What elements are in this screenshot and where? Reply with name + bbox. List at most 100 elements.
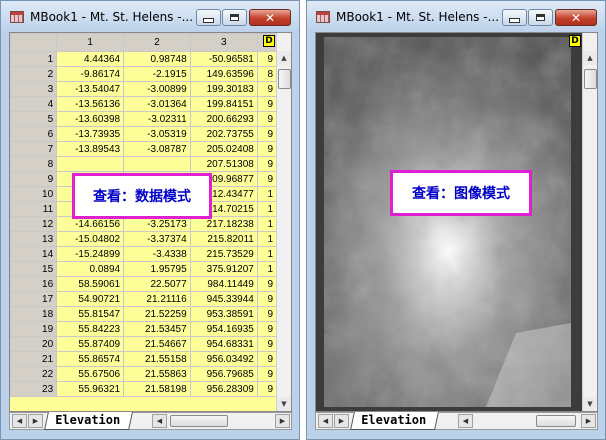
table-row[interactable]: 5 -13.60398 -3.02311 200.66293 9 <box>10 111 277 127</box>
scroll-thumb[interactable] <box>584 69 597 89</box>
cell-col2[interactable]: 0.98748 <box>123 51 191 67</box>
cell-col1[interactable]: 55.87409 <box>56 336 125 352</box>
cell-col3[interactable]: 149.63596 <box>189 66 258 82</box>
scroll-up-icon[interactable]: ▲ <box>277 51 291 65</box>
next-sheet-icon[interactable]: ▶ <box>334 414 349 428</box>
scroll-left-icon[interactable]: ◀ <box>152 414 167 428</box>
row-number[interactable]: 11 <box>10 201 58 217</box>
cell-col2[interactable] <box>123 156 191 172</box>
prev-sheet-icon[interactable]: ◀ <box>318 414 333 428</box>
cell-col3[interactable]: 956.03492 <box>189 351 258 367</box>
row-number[interactable]: 4 <box>10 96 58 112</box>
cell-col1[interactable] <box>56 156 125 172</box>
cell-col4[interactable]: 1 <box>256 246 277 262</box>
row-number[interactable]: 19 <box>10 321 58 337</box>
maximize-button[interactable] <box>222 9 247 26</box>
cell-col4[interactable]: 9 <box>256 51 277 67</box>
cell-col4[interactable]: 1 <box>256 216 277 232</box>
scroll-thumb[interactable] <box>278 69 291 89</box>
minimize-button[interactable] <box>502 9 527 26</box>
cell-col3[interactable]: 954.68331 <box>189 336 258 352</box>
cell-col1[interactable]: 4.44364 <box>56 51 125 67</box>
row-number[interactable]: 16 <box>10 276 58 292</box>
elevation-image[interactable]: D <box>316 33 583 411</box>
workbook-window-data-mode[interactable]: MBook1 - Mt. St. Helens -... ✕ 1 2 3 1 4… <box>0 0 300 440</box>
row-number[interactable]: 14 <box>10 246 58 262</box>
cell-col3[interactable]: 199.84151 <box>189 96 258 112</box>
sheet-tab-bar[interactable]: ◀ ▶ Elevation ◀ ▶ <box>9 412 292 430</box>
cell-col1[interactable]: -13.89543 <box>56 141 125 157</box>
cell-col4[interactable]: 9 <box>256 171 277 187</box>
row-number[interactable]: 21 <box>10 351 58 367</box>
table-row[interactable]: 3 -13.54047 -3.00899 199.30183 9 <box>10 81 277 97</box>
cell-col4[interactable]: 9 <box>256 276 277 292</box>
table-row[interactable]: 22 55.67506 21.55863 956.79685 9 <box>10 366 277 382</box>
close-button[interactable]: ✕ <box>249 9 291 26</box>
cell-col4[interactable]: 9 <box>256 126 277 142</box>
cell-col4[interactable]: 9 <box>256 321 277 337</box>
cell-col1[interactable]: -15.24899 <box>56 246 125 262</box>
cell-col4[interactable]: 8 <box>256 66 277 82</box>
cell-col2[interactable]: -3.08787 <box>123 141 191 157</box>
minimize-button[interactable] <box>196 9 221 26</box>
table-row[interactable]: 20 55.87409 21.54667 954.68331 9 <box>10 336 277 352</box>
cell-col4[interactable]: 9 <box>256 81 277 97</box>
title-bar[interactable]: MBook1 - Mt. St. Helens -... ✕ <box>1 1 299 32</box>
row-number[interactable]: 7 <box>10 141 58 157</box>
cell-col4[interactable]: 9 <box>256 306 277 322</box>
row-number[interactable]: 18 <box>10 306 58 322</box>
cell-col2[interactable]: -3.4338 <box>123 246 191 262</box>
cell-col3[interactable]: 202.73755 <box>189 126 258 142</box>
row-number[interactable]: 10 <box>10 186 58 202</box>
cell-col4[interactable]: 9 <box>256 291 277 307</box>
cell-col2[interactable]: -3.00899 <box>123 81 191 97</box>
table-row[interactable]: 16 58.59061 22.5077 984.11449 9 <box>10 276 277 292</box>
data-badge-icon[interactable]: D <box>263 35 275 47</box>
title-bar[interactable]: MBook1 - Mt. St. Helens -... ✕ <box>307 1 605 32</box>
cell-col3[interactable]: 207.51308 <box>189 156 258 172</box>
cell-col3[interactable]: 205.02408 <box>189 141 258 157</box>
table-row[interactable]: 6 -13.73935 -3.05319 202.73755 9 <box>10 126 277 142</box>
cell-col4[interactable]: 9 <box>256 351 277 367</box>
data-badge-icon[interactable]: D <box>569 35 581 47</box>
next-sheet-icon[interactable]: ▶ <box>28 414 43 428</box>
cell-col4[interactable]: 1 <box>256 261 277 277</box>
table-row[interactable]: 1 4.44364 0.98748 -50.96581 9 <box>10 51 277 67</box>
corner-cell[interactable] <box>10 33 58 52</box>
row-number[interactable]: 20 <box>10 336 58 352</box>
cell-col1[interactable]: -15.04802 <box>56 231 125 247</box>
cell-col4[interactable]: 1 <box>256 186 277 202</box>
row-number[interactable]: 2 <box>10 66 58 82</box>
cell-col3[interactable]: 984.11449 <box>189 276 258 292</box>
column-header[interactable]: 1 <box>56 33 125 52</box>
maximize-button[interactable] <box>528 9 553 26</box>
cell-col2[interactable]: -3.37374 <box>123 231 191 247</box>
workbook-icon[interactable] <box>316 11 330 23</box>
table-row[interactable]: 21 55.86574 21.55158 956.03492 9 <box>10 351 277 367</box>
cell-col4[interactable]: 9 <box>256 156 277 172</box>
row-number[interactable]: 1 <box>10 51 58 67</box>
cell-col1[interactable]: 0.0894 <box>56 261 125 277</box>
cell-col1[interactable]: -13.54047 <box>56 81 125 97</box>
cell-col3[interactable]: 199.30183 <box>189 81 258 97</box>
prev-sheet-icon[interactable]: ◀ <box>12 414 27 428</box>
cell-col2[interactable]: -3.05319 <box>123 126 191 142</box>
table-row[interactable]: 7 -13.89543 -3.08787 205.02408 9 <box>10 141 277 157</box>
cell-col4[interactable]: 9 <box>256 141 277 157</box>
cell-col2[interactable]: -2.1915 <box>123 66 191 82</box>
cell-col3[interactable]: 215.82011 <box>189 231 258 247</box>
horizontal-scroll-thumb[interactable] <box>170 415 228 427</box>
table-row[interactable]: 14 -15.24899 -3.4338 215.73529 1 <box>10 246 277 262</box>
row-number[interactable]: 8 <box>10 156 58 172</box>
cell-col2[interactable]: 21.55158 <box>123 351 191 367</box>
cell-col4[interactable]: 9 <box>256 381 277 397</box>
cell-col1[interactable]: 55.96321 <box>56 381 125 397</box>
worksheet-area[interactable]: 1 2 3 1 4.44364 0.98748 -50.96581 9 2 -9.86174… <box>9 32 292 412</box>
cell-col2[interactable]: 21.53457 <box>123 321 191 337</box>
cell-col3[interactable]: -50.96581 <box>189 51 258 67</box>
row-number[interactable]: 12 <box>10 216 58 232</box>
cell-col1[interactable]: 55.86574 <box>56 351 125 367</box>
cell-col1[interactable]: -13.73935 <box>56 126 125 142</box>
row-number[interactable]: 22 <box>10 366 58 382</box>
cell-col4[interactable]: 1 <box>256 231 277 247</box>
